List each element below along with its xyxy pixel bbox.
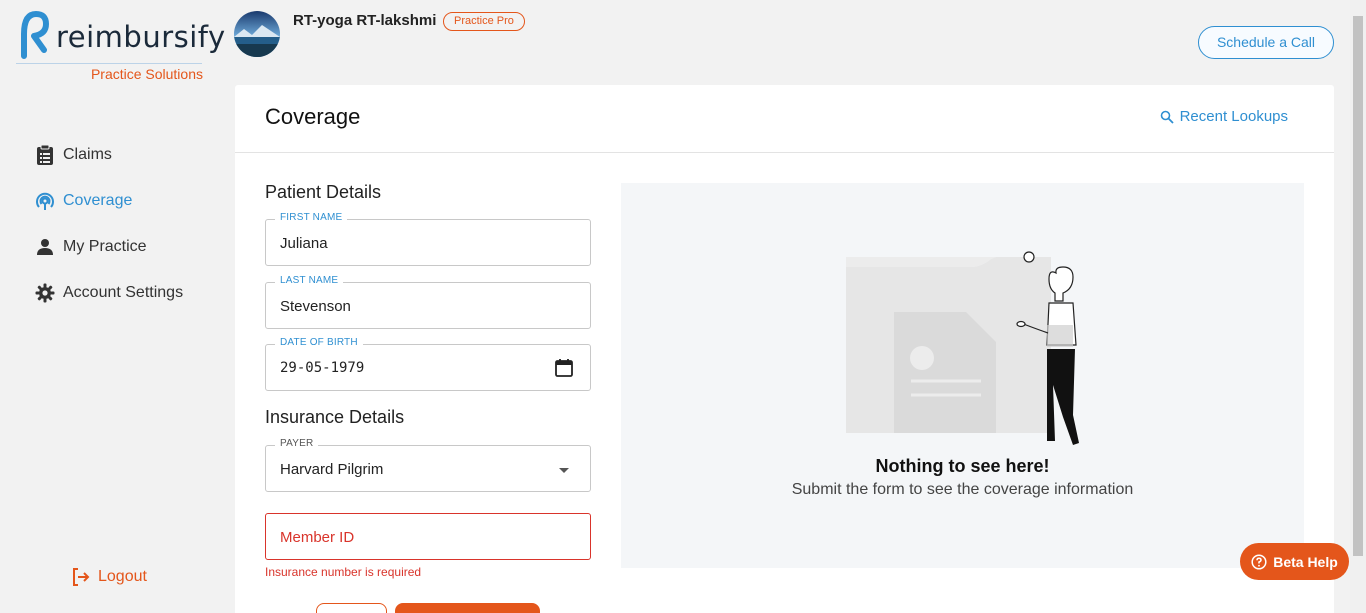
search-icon — [1160, 110, 1174, 124]
page-title: Coverage — [265, 104, 361, 129]
last-name-field[interactable]: LAST NAME Stevenson — [265, 275, 591, 329]
sidebar-item-label: My Practice — [63, 238, 147, 255]
schedule-call-button[interactable]: Schedule a Call — [1198, 26, 1334, 59]
first-name-label: FIRST NAME — [275, 212, 348, 223]
logout-link[interactable]: Logout — [70, 566, 147, 588]
logo-divider — [16, 63, 202, 64]
avatar[interactable] — [234, 11, 280, 57]
submit-button[interactable] — [395, 603, 540, 613]
empty-state-subtitle: Submit the form to see the coverage info… — [791, 481, 1134, 498]
first-name-field[interactable]: FIRST NAME Juliana — [265, 212, 591, 266]
beta-help-button[interactable]: Beta Help — [1240, 543, 1349, 580]
member-id-error: Insurance number is required — [265, 565, 422, 579]
sidebar-item-label: Coverage — [63, 192, 133, 209]
insurance-details-heading: Insurance Details — [265, 407, 405, 427]
logout-label: Logout — [98, 568, 147, 585]
payer-label: PAYER — [275, 438, 319, 449]
sidebar-item-coverage[interactable]: Coverage — [34, 178, 183, 224]
sidebar-item-label: Account Settings — [63, 284, 184, 301]
date-of-birth-field[interactable]: DATE OF BIRTH 29-05-1979 — [265, 337, 591, 391]
recent-lookups-link[interactable]: Recent Lookups — [1160, 108, 1288, 125]
payer-select[interactable]: PAYER Harvard Pilgrim — [265, 438, 591, 492]
empty-state-title: Nothing to see here! — [875, 456, 1050, 476]
sidebar-nav: Claims Coverage My Practice Account Sett… — [34, 132, 183, 316]
first-name-value: Juliana — [280, 235, 328, 252]
sidebar-item-my-practice[interactable]: My Practice — [34, 224, 183, 270]
user-name: RT-yoga RT-lakshmi — [293, 12, 437, 29]
sidebar: reimbursify Practice Solutions Claims Co… — [0, 0, 225, 613]
person-icon — [34, 236, 56, 258]
sidebar-item-label: Claims — [63, 146, 112, 163]
coverage-icon — [34, 190, 56, 212]
logo-mark-icon — [21, 11, 49, 59]
date-of-birth-value: 29-05-1979 — [280, 360, 365, 376]
card-header: Coverage Recent Lookups — [235, 85, 1334, 153]
calendar-icon[interactable] — [554, 358, 574, 378]
logo-subtitle: Practice Solutions — [90, 66, 203, 82]
page-scrollbar[interactable] — [1350, 0, 1366, 613]
last-name-value: Stevenson — [280, 298, 351, 315]
clipboard-icon — [34, 144, 56, 166]
sidebar-item-account-settings[interactable]: Account Settings — [34, 270, 183, 316]
coverage-card: Coverage Recent Lookups Patient Details … — [235, 85, 1334, 613]
gear-icon — [34, 282, 56, 304]
date-of-birth-label: DATE OF BIRTH — [275, 337, 363, 348]
empty-state-panel: Nothing to see here! Submit the form to … — [621, 183, 1304, 568]
recent-lookups-label: Recent Lookups — [1179, 108, 1288, 125]
clear-button[interactable] — [316, 603, 387, 613]
beta-help-label: Beta Help — [1273, 553, 1338, 570]
payer-value: Harvard Pilgrim — [280, 461, 384, 478]
scrollbar-thumb[interactable] — [1353, 16, 1363, 556]
plan-badge: Practice Pro — [443, 12, 525, 31]
member-id-placeholder: Member ID — [280, 529, 355, 546]
logout-icon — [70, 566, 92, 588]
empty-state-illustration — [846, 251, 1079, 445]
last-name-label: LAST NAME — [275, 275, 344, 286]
logo-wordmark: reimbursify — [56, 20, 226, 54]
patient-details-heading: Patient Details — [265, 182, 382, 202]
reimbursify-logo[interactable]: reimbursify Practice Solutions — [14, 8, 225, 86]
chevron-down-icon — [554, 460, 574, 480]
member-id-field[interactable]: Member ID — [265, 513, 591, 560]
help-circle-icon — [1251, 553, 1267, 570]
sidebar-item-claims[interactable]: Claims — [34, 132, 183, 178]
